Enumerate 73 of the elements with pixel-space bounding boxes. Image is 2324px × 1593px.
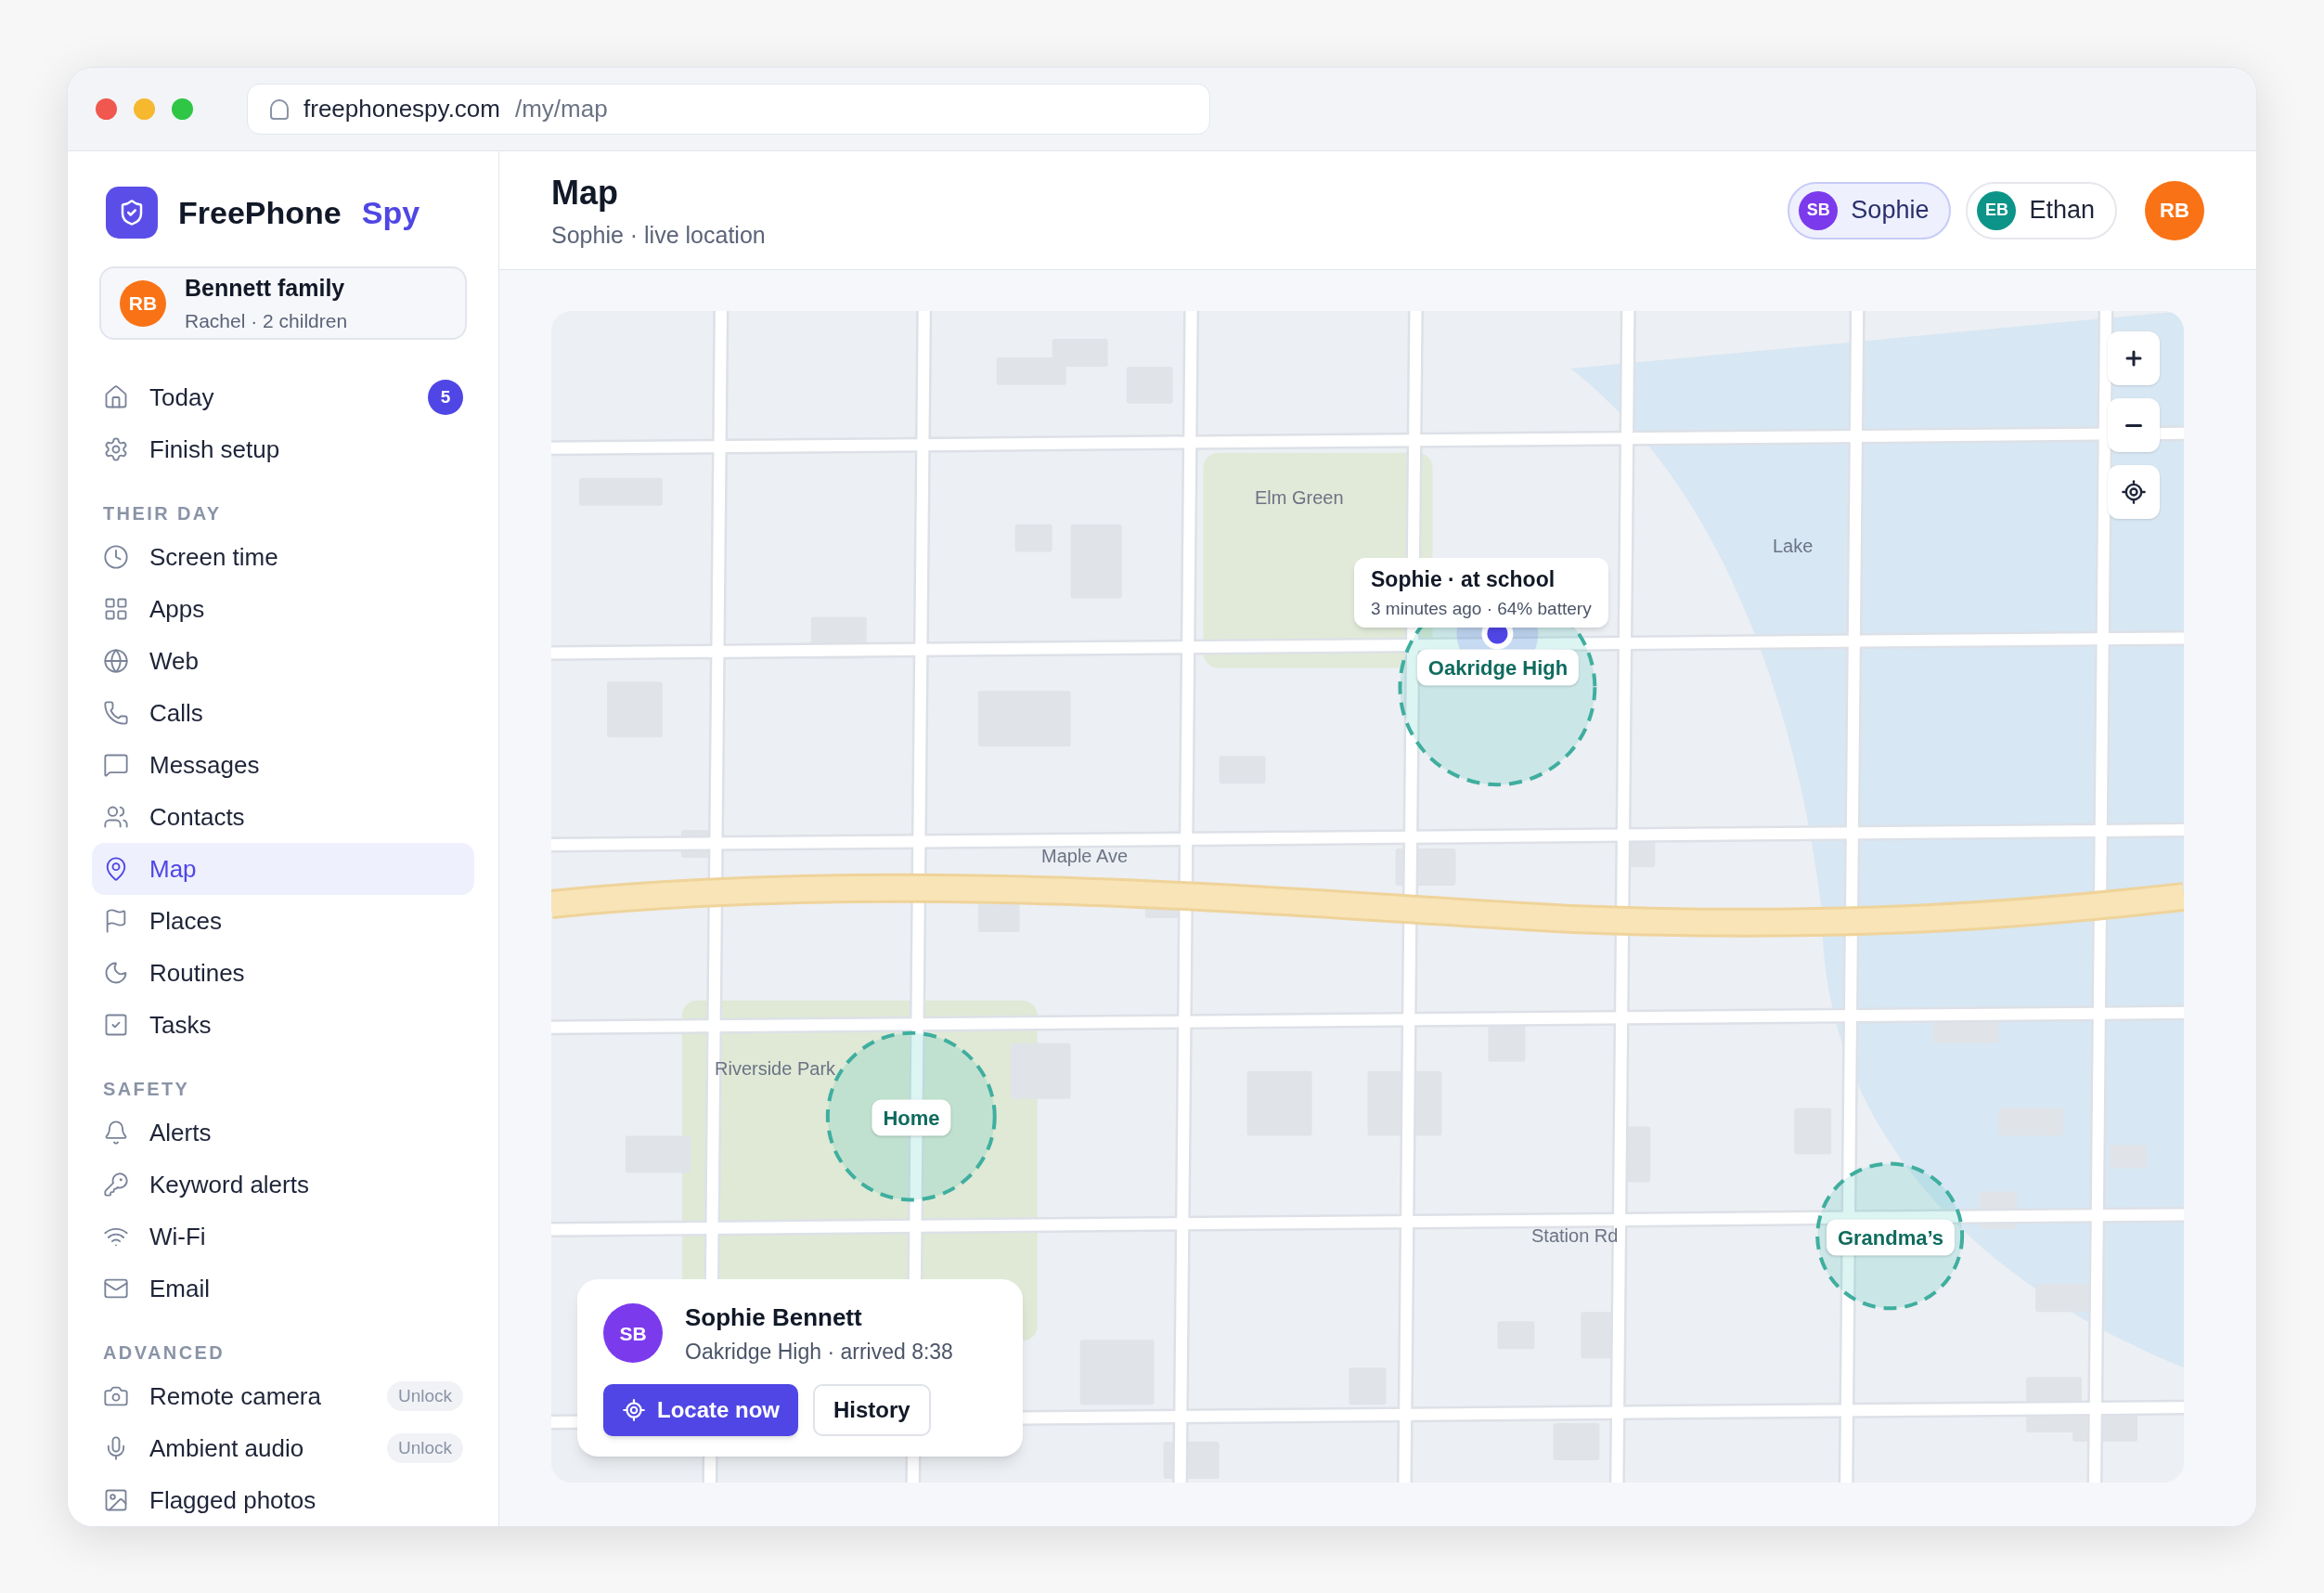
nav-icon <box>103 1120 129 1146</box>
account-card[interactable]: RB Bennett family Rachel · 2 children <box>99 266 467 340</box>
page-title: Map <box>551 172 619 214</box>
locate-icon <box>622 1398 646 1422</box>
section-heading: THEIR DAY <box>102 502 223 525</box>
map-label: Lake <box>1773 535 1814 558</box>
child-chip[interactable]: EB Ethan <box>1966 181 2117 240</box>
nav-icon <box>103 384 129 410</box>
minus-icon <box>2125 423 2142 427</box>
sidebar-item[interactable]: Map <box>92 843 474 895</box>
history-button[interactable]: History <box>813 1384 931 1436</box>
sidebar-item[interactable]: Wi-Fi <box>92 1211 474 1263</box>
sidebar-item[interactable]: Routines <box>92 947 474 999</box>
sidebar-item[interactable]: Remote camera Unlock <box>92 1370 474 1422</box>
nav-icon <box>103 1172 129 1198</box>
nav-icon <box>103 700 129 726</box>
nav-icon <box>103 544 129 570</box>
map-label: Station Rd <box>1531 1224 1619 1248</box>
sidebar-item[interactable]: Places <box>92 895 474 947</box>
sidebar-item[interactable]: Web <box>92 635 474 687</box>
locate-button[interactable] <box>2108 465 2160 519</box>
zoom-in-button[interactable] <box>2108 331 2160 385</box>
brand-name: FreePhone <box>178 193 342 232</box>
sidebar-item[interactable]: Keyword alerts <box>92 1159 474 1211</box>
unlock-tag: Unlock <box>386 1432 463 1464</box>
avatar: SB <box>603 1303 663 1364</box>
nav-icon <box>103 1012 129 1038</box>
site-icon <box>270 98 289 120</box>
place-label: Oakridge High <box>1416 649 1580 686</box>
child-status: Oakridge High · arrived 8:38 <box>685 1338 953 1366</box>
locate-now-button[interactable]: Locate now <box>603 1384 798 1436</box>
child-chip[interactable]: SB Sophie <box>1788 181 1952 240</box>
callout-detail: 3 minutes ago · 64% battery <box>1371 597 1592 620</box>
map-label: Riverside Park <box>715 1057 836 1081</box>
place-label: Grandma’s <box>1826 1219 1956 1256</box>
sidebar-item[interactable]: Apps <box>92 583 474 635</box>
logo-icon <box>106 187 158 239</box>
nav-icon <box>103 960 129 986</box>
address-bar[interactable]: freephonespy.com /my/map <box>247 84 1210 135</box>
place-label: Home <box>872 1099 951 1136</box>
sidebar-item[interactable]: Finish setup <box>92 423 474 475</box>
section-heading: SAFETY <box>102 1078 191 1101</box>
sidebar-item[interactable]: Tasks <box>92 999 474 1051</box>
unlock-tag: Unlock <box>386 1380 463 1412</box>
page-subtitle: Sophie · live location <box>551 220 767 250</box>
map-label: Elm Green <box>1255 486 1344 510</box>
sidebar-item[interactable]: Ambient audio Unlock <box>92 1422 474 1474</box>
sidebar-item[interactable]: Alerts <box>92 1107 474 1159</box>
section-heading: ADVANCED <box>102 1341 226 1365</box>
nav-icon <box>103 436 129 462</box>
url-domain: freephonespy.com <box>303 94 500 124</box>
avatar: RB <box>120 279 166 327</box>
account-subtitle: Rachel · 2 children <box>185 308 348 333</box>
count-badge: 5 <box>428 380 463 415</box>
sidebar-item[interactable]: Today 5 <box>92 371 474 423</box>
sidebar-item[interactable]: Calls <box>92 687 474 739</box>
crosshair-icon <box>2121 479 2147 505</box>
child-name: Sophie Bennett <box>685 1302 863 1333</box>
url-path: /my/map <box>515 94 608 124</box>
sidebar-item[interactable]: Screen time <box>92 531 474 583</box>
sidebar-item[interactable]: Flagged photos <box>92 1474 474 1526</box>
nav-icon <box>103 1487 129 1513</box>
brand-accent: Spy <box>361 193 420 232</box>
nav-icon <box>103 804 129 830</box>
nav-icon <box>103 596 129 622</box>
sidebar-item[interactable]: Email <box>92 1263 474 1315</box>
nav-icon <box>103 648 129 674</box>
nav-icon <box>103 752 129 778</box>
callout-title: Sophie · at school <box>1371 566 1556 593</box>
sidebar-item[interactable]: Contacts <box>92 791 474 843</box>
account-name: Bennett family <box>185 274 346 303</box>
map-label: Maple Ave <box>1041 845 1129 868</box>
sidebar-item[interactable]: Messages <box>92 739 474 791</box>
